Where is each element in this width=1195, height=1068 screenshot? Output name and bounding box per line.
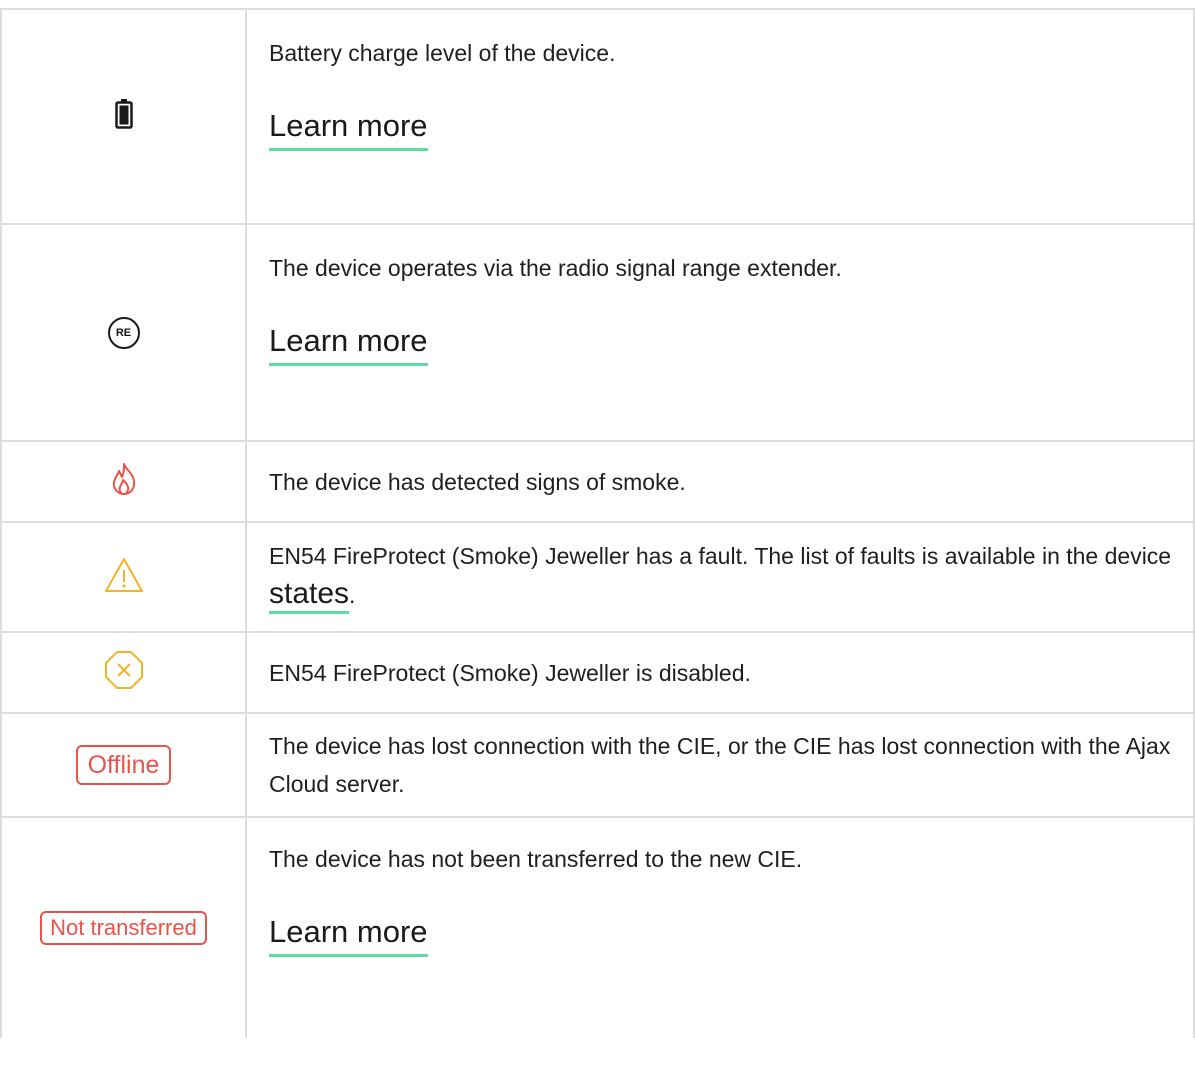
icon-cell: RE [0, 225, 247, 440]
states-link[interactable]: states [269, 577, 350, 614]
row-description: EN54 FireProtect (Smoke) Jeweller has a … [269, 537, 1173, 614]
text-cell: Battery charge level of the device. Lear… [247, 10, 1195, 223]
warning-icon [104, 557, 144, 598]
text-cell: The device has lost connection with the … [247, 714, 1195, 816]
status-icons-table: Battery charge level of the device. Lear… [0, 8, 1195, 1038]
row-description: The device operates via the radio signal… [269, 255, 842, 281]
icon-cell [0, 633, 247, 712]
battery-icon [114, 99, 133, 134]
text-cell: EN54 FireProtect (Smoke) Jeweller has a … [247, 523, 1195, 631]
table-row: Battery charge level of the device. Lear… [0, 10, 1195, 225]
row-description: EN54 FireProtect (Smoke) Jeweller is dis… [269, 659, 751, 686]
table-row: EN54 FireProtect (Smoke) Jeweller has a … [0, 523, 1195, 633]
icon-cell [0, 523, 247, 631]
table-row: RE The device operates via the radio sig… [0, 225, 1195, 442]
offline-badge: Offline [75, 745, 172, 785]
not-transferred-badge: Not transferred [40, 911, 207, 945]
row-description: The device has lost connection with the … [269, 733, 1171, 797]
description-text: EN54 FireProtect (Smoke) Jeweller has a … [269, 543, 1172, 569]
icon-cell: Not transferred [0, 818, 247, 1038]
range-extender-icon: RE [107, 316, 140, 349]
table-row: The device has detected signs of smoke. [0, 442, 1195, 523]
learn-more-link[interactable]: Learn more [269, 321, 428, 366]
text-cell: The device has not been transferred to t… [247, 818, 1195, 1038]
icon-cell: Offline [0, 714, 247, 816]
table-row: Offline The device has lost connection w… [0, 714, 1195, 818]
row-description: Battery charge level of the device. [269, 40, 616, 66]
description-text-end: . [349, 582, 356, 608]
disabled-icon [104, 650, 144, 695]
table-row: Not transferred The device has not been … [0, 818, 1195, 1038]
learn-more-link[interactable]: Learn more [269, 912, 428, 957]
fire-icon [109, 462, 139, 501]
re-icon-text: RE [115, 326, 132, 339]
text-cell: The device operates via the radio signal… [247, 225, 1195, 440]
text-cell: EN54 FireProtect (Smoke) Jeweller is dis… [247, 633, 1195, 712]
row-description: The device has detected signs of smoke. [269, 468, 686, 495]
row-description: The device has not been transferred to t… [269, 846, 803, 872]
icon-cell [0, 442, 247, 521]
table-row: EN54 FireProtect (Smoke) Jeweller is dis… [0, 633, 1195, 714]
learn-more-link[interactable]: Learn more [269, 106, 428, 151]
text-cell: The device has detected signs of smoke. [247, 442, 1195, 521]
icon-cell [0, 10, 247, 223]
